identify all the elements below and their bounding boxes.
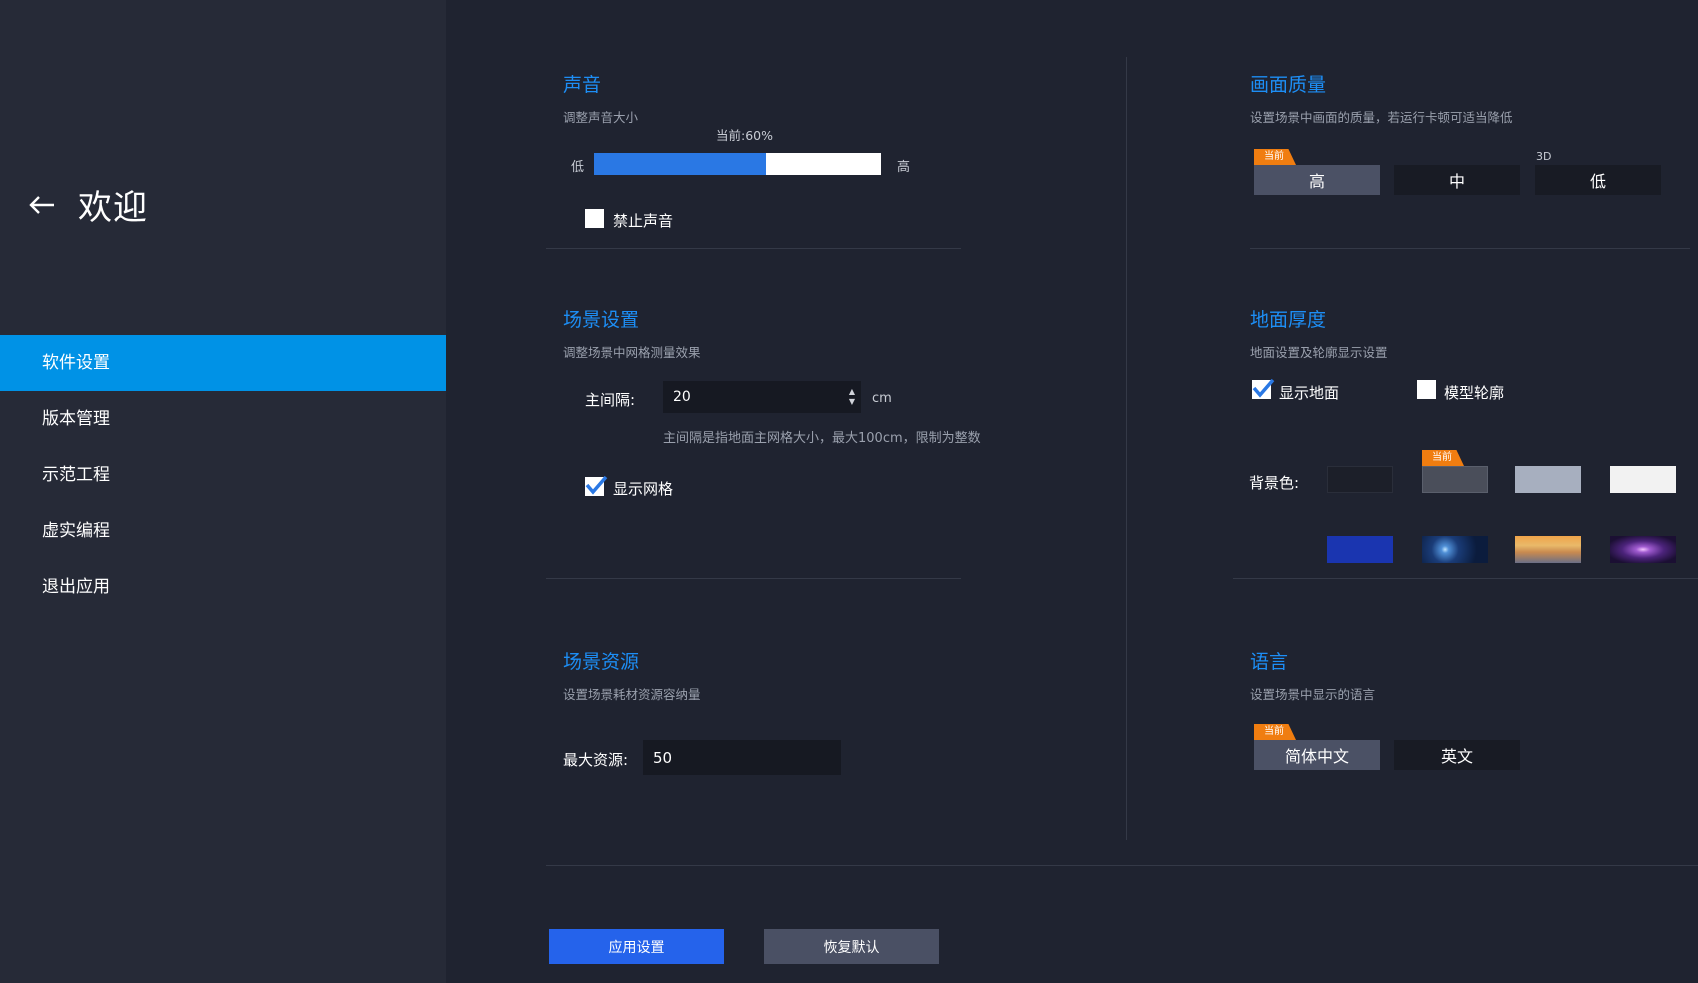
sidebar-item-version-management[interactable]: 版本管理	[0, 391, 446, 447]
volume-slider-fill	[594, 153, 767, 175]
interval-unit: cm	[872, 391, 892, 406]
back-row: 欢迎	[28, 180, 148, 229]
bg-swatch-galaxy[interactable]	[1610, 536, 1676, 563]
footer-divider	[546, 865, 1698, 866]
language-subtitle: 设置场景中显示的语言	[1250, 687, 1376, 702]
interval-stepper[interactable]: ▲ ▼	[849, 387, 855, 407]
scene-title: 场景设置	[563, 309, 640, 331]
resource-subtitle: 设置场景耗材资源容纳量	[563, 687, 701, 702]
volume-slider[interactable]	[594, 153, 881, 175]
interval-hint: 主间隔是指地面主网格大小，最大100cm，限制为整数	[663, 431, 981, 446]
background-color-label: 背景色:	[1249, 474, 1300, 492]
interval-value: 20	[673, 389, 691, 405]
scene-subtitle: 调整场景中网格测量效果	[563, 345, 701, 360]
model-outline-label: 模型轮廓	[1444, 384, 1505, 402]
sidebar: 欢迎 软件设置 版本管理 示范工程 虚实编程 退出应用	[0, 0, 446, 983]
show-grid-checkbox[interactable]	[585, 475, 608, 496]
checkmark-icon	[1252, 378, 1275, 398]
page-title: 欢迎	[78, 188, 148, 228]
settings-panel: 声音 调整声音大小 当前:60% 低 高 禁止声音 场景设置 调整场景中网格测量…	[446, 0, 1698, 983]
show-ground-label: 显示地面	[1279, 384, 1340, 402]
quality-3d-tag: 3D	[1536, 150, 1552, 163]
sound-title: 声音	[563, 74, 602, 96]
bg-swatch-starfield[interactable]	[1422, 536, 1488, 563]
volume-current-label: 当前:60%	[716, 128, 773, 143]
sidebar-item-virtual-programming[interactable]: 虚实编程	[0, 503, 446, 559]
sidebar-item-exit-app[interactable]: 退出应用	[0, 559, 446, 615]
divider	[546, 248, 961, 249]
current-tag: 当前	[1422, 450, 1464, 466]
bg-swatch-sunset[interactable]	[1515, 536, 1581, 563]
max-resource-input[interactable]: 50	[643, 740, 841, 775]
bg-swatch-dark[interactable]	[1327, 466, 1393, 493]
quality-subtitle: 设置场景中画面的质量，若运行卡顿可适当降低	[1250, 110, 1513, 125]
divider	[1250, 248, 1690, 249]
sound-subtitle: 调整声音大小	[563, 110, 639, 125]
volume-high-label: 高	[897, 160, 911, 175]
ground-title: 地面厚度	[1250, 309, 1327, 331]
current-tag: 当前	[1254, 149, 1296, 165]
show-grid-label: 显示网格	[613, 480, 674, 498]
language-english-button[interactable]: 英文	[1394, 740, 1520, 770]
max-resource-label: 最大资源:	[563, 751, 629, 769]
model-outline-checkbox[interactable]	[1417, 380, 1436, 399]
interval-input[interactable]: 20 ▲ ▼	[663, 381, 861, 413]
quality-high-button[interactable]: 高	[1254, 165, 1380, 195]
quality-medium-button[interactable]: 中	[1394, 165, 1520, 195]
checkmark-icon	[585, 475, 608, 495]
bg-swatch-blue[interactable]	[1327, 536, 1393, 563]
sidebar-item-software-settings[interactable]: 软件设置	[0, 335, 446, 391]
language-title: 语言	[1250, 651, 1289, 673]
current-tag: 当前	[1254, 724, 1296, 740]
mute-label: 禁止声音	[613, 212, 674, 230]
quality-title: 画面质量	[1250, 74, 1327, 96]
resource-title: 场景资源	[563, 651, 640, 673]
interval-label: 主间隔:	[585, 391, 636, 409]
volume-low-label: 低	[571, 160, 585, 175]
max-resource-value: 50	[653, 748, 673, 767]
ground-subtitle: 地面设置及轮廓显示设置	[1250, 345, 1388, 360]
show-ground-checkbox[interactable]	[1252, 378, 1275, 399]
bg-swatch-light-gray[interactable]	[1515, 466, 1581, 493]
language-chinese-button[interactable]: 简体中文	[1254, 740, 1380, 770]
mute-checkbox[interactable]	[585, 209, 604, 228]
quality-low-button[interactable]: 低	[1535, 165, 1661, 195]
sidebar-nav: 软件设置 版本管理 示范工程 虚实编程 退出应用	[0, 335, 446, 615]
divider	[546, 578, 961, 579]
restore-defaults-button[interactable]: 恢复默认	[764, 929, 939, 964]
column-divider	[1126, 57, 1127, 840]
back-arrow-icon[interactable]	[28, 191, 56, 219]
bg-swatch-white[interactable]	[1610, 466, 1676, 493]
apply-settings-button[interactable]: 应用设置	[549, 929, 724, 964]
sidebar-item-demo-projects[interactable]: 示范工程	[0, 447, 446, 503]
divider	[1233, 578, 1698, 579]
bg-swatch-gray[interactable]	[1422, 466, 1488, 493]
